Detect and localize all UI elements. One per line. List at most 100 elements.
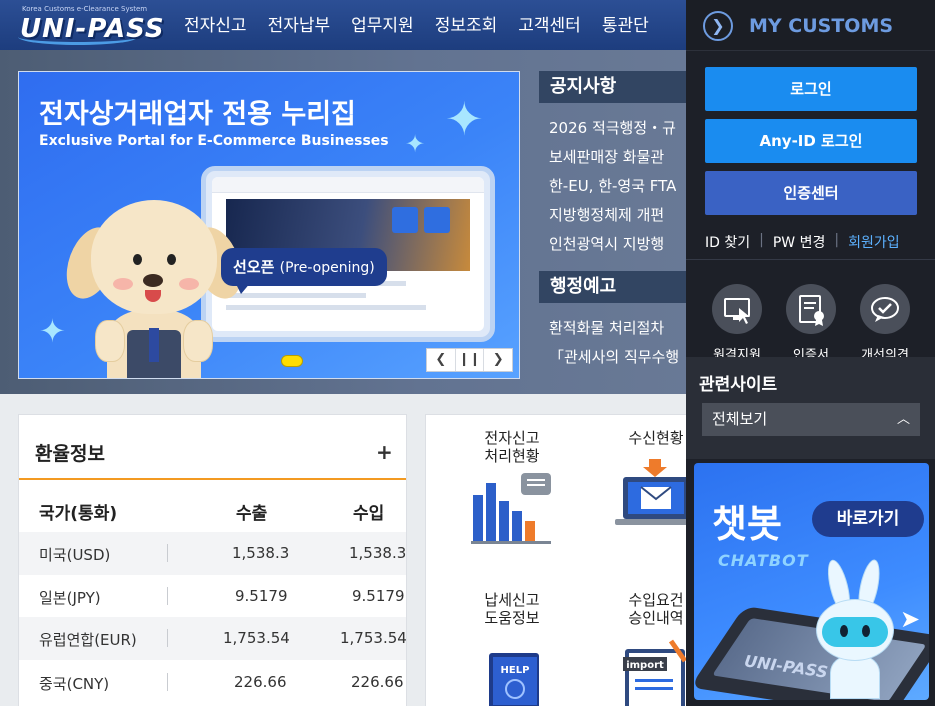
my-customs-sidebar: ❯ MY CUSTOMS 로그인 Any-ID 로그인 인증센터 ID 찾기 |…: [686, 0, 935, 706]
notice-item[interactable]: 지방행정체제 개편: [549, 202, 676, 231]
bubble-korean: 선오픈: [233, 258, 275, 276]
chatbot-go-button[interactable]: 바로가기: [812, 501, 924, 537]
service-label: 도움정보: [484, 609, 540, 627]
admin-notice-item[interactable]: 환적화물 처리절차: [549, 315, 679, 344]
banner-subtitle: Exclusive Portal for E-Commerce Business…: [39, 133, 389, 149]
bunny-mascot: [812, 557, 898, 699]
prev-slide-button[interactable]: ❮: [427, 349, 456, 371]
pre-opening-bubble: 선오픈 (Pre-opening): [221, 248, 387, 286]
mail-laptop-icon: [615, 455, 686, 529]
bar-chart-icon: [471, 473, 553, 547]
table-row: 미국(USD) 1,538.3 1,538.3: [19, 532, 407, 575]
table-row: 중국(CNY) 226.66 226.66: [19, 661, 406, 704]
main-banner[interactable]: 전자상거래업자 전용 누리집 Exclusive Portal for E-Co…: [18, 71, 520, 379]
header-import: 수입: [353, 504, 385, 524]
feedback-icon: [860, 284, 910, 334]
exchange-divider: [19, 478, 406, 480]
notice-list: 2026 적극행정・규 보세판매장 화물관 한-EU, 한-영국 FTA 지방행…: [549, 115, 676, 260]
chatbot-title: 챗봇: [712, 502, 782, 546]
service-e-declaration-status[interactable]: 전자신고 처리현황: [452, 429, 572, 547]
sparkle-icon: ✦: [405, 130, 426, 158]
logo-tagline: Korea Customs e-Clearance System: [22, 5, 148, 13]
service-label: 수신현황: [628, 429, 684, 447]
pause-slide-button[interactable]: ❙❙: [456, 349, 485, 371]
service-label: 납세신고: [484, 591, 540, 609]
related-sites-section: 관련사이트 전체보기 ︿: [686, 357, 935, 459]
header-export: 수출: [236, 504, 268, 524]
table-row: 일본(JPY) 9.5179 9.5179: [19, 575, 406, 618]
import-cell: 226.66: [351, 673, 404, 691]
account-links: ID 찾기 | PW 변경 | 회원가입: [705, 232, 900, 252]
table-row: 유럽연합(EUR) 1,753.54 1,753.54: [19, 617, 406, 660]
nav-customer-center[interactable]: 고객센터: [518, 11, 581, 36]
link-divider: |: [834, 232, 840, 248]
country-cell: 유럽연합(EUR): [39, 631, 137, 649]
service-panel: 전자신고 처리현황 수신현황 납세신고 도움정보 HELP 수입요건 승인내역 …: [425, 414, 687, 706]
import-cell: 9.5179: [352, 587, 405, 605]
any-id-login-button[interactable]: Any-ID 로그인: [705, 119, 917, 163]
change-pw-link[interactable]: PW 변경: [773, 232, 826, 252]
sidebar-header: ❯ MY CUSTOMS: [686, 0, 935, 51]
sparkle-icon: ✦: [39, 312, 66, 350]
quick-certificate[interactable]: 인증서: [784, 284, 838, 358]
chatbot-banner[interactable]: 챗봇 CHATBOT 바로가기 UNI-PASS ➤: [694, 463, 929, 700]
notice-item[interactable]: 한-EU, 한-영국 FTA: [549, 173, 676, 202]
quick-label: 개선의견: [861, 348, 909, 358]
chevron-right-icon[interactable]: ❯: [703, 11, 733, 41]
import-text: import: [626, 660, 664, 671]
notice-item[interactable]: 보세판매장 화물관: [549, 144, 676, 173]
import-cell: 1,538.3: [349, 544, 407, 562]
chatbot-subtitle: CHATBOT: [718, 551, 809, 570]
export-cell: 9.5179: [235, 587, 288, 605]
admin-notice-title[interactable]: 행정예고: [539, 271, 699, 303]
sidebar-divider: [686, 259, 935, 260]
login-button[interactable]: 로그인: [705, 67, 917, 111]
uni-pass-logo[interactable]: Korea Customs e-Clearance System UNI-PAS…: [18, 5, 164, 49]
nav-business-support[interactable]: 업무지원: [351, 11, 414, 36]
country-cell: 일본(JPY): [39, 589, 101, 607]
service-tax-help[interactable]: 납세신고 도움정보 HELP: [452, 591, 572, 706]
notice-item[interactable]: 인천광역시 지방행: [549, 231, 676, 260]
main-navigation: 전자신고 전자납부 업무지원 정보조회 고객센터 통관단: [184, 11, 649, 36]
exchange-more-button[interactable]: +: [376, 440, 393, 464]
nav-info-lookup[interactable]: 정보조회: [435, 11, 498, 36]
cert-center-button[interactable]: 인증센터: [705, 171, 917, 215]
notice-item[interactable]: 2026 적극행정・규: [549, 115, 676, 144]
quick-feedback[interactable]: 개선의견: [858, 284, 912, 358]
bubble-tail: [235, 282, 251, 294]
notice-section: 공지사항 2026 적극행정・규 보세판매장 화물관 한-EU, 한-영국 FT…: [539, 71, 699, 255]
related-select-value: 전체보기: [712, 410, 768, 428]
puppy-mascot: [57, 200, 251, 378]
header-country: 국가(통화): [39, 504, 118, 524]
quick-label: 인증서: [793, 348, 829, 358]
sidebar-title: MY CUSTOMS: [749, 15, 894, 37]
service-label: 승인내역: [628, 609, 684, 627]
service-label: 수입요건: [628, 591, 684, 609]
related-sites-select[interactable]: 전체보기 ︿: [702, 403, 920, 436]
export-cell: 226.66: [234, 673, 287, 691]
country-cell: 중국(CNY): [39, 675, 110, 693]
country-cell: 미국(USD): [39, 546, 111, 564]
service-receipt-status[interactable]: 수신현황: [596, 429, 686, 529]
next-slide-button[interactable]: ❯: [484, 349, 512, 371]
find-id-link[interactable]: ID 찾기: [705, 232, 750, 252]
import-document-icon: import: [615, 635, 686, 706]
logo-text: UNI-PASS: [20, 14, 165, 44]
service-import-approval[interactable]: 수입요건 승인내역 import: [596, 591, 686, 706]
join-link[interactable]: 회원가입: [848, 232, 900, 252]
quick-label: 원격지원: [713, 348, 761, 358]
nav-e-payment[interactable]: 전자납부: [268, 11, 331, 36]
nav-clearance[interactable]: 통관단: [602, 11, 649, 36]
admin-notice-list: 환적화물 처리절차 「관세사의 직무수행: [549, 315, 679, 373]
quick-remote-support[interactable]: 원격지원: [710, 284, 764, 358]
nav-e-declaration[interactable]: 전자신고: [184, 11, 247, 36]
notice-title[interactable]: 공지사항: [539, 71, 699, 103]
admin-notice-item[interactable]: 「관세사의 직무수행: [549, 344, 679, 373]
link-divider: |: [759, 232, 764, 248]
export-cell: 1,538.3: [232, 544, 290, 562]
chevron-up-icon: ︿: [896, 412, 910, 427]
sparkle-icon: ✦: [445, 92, 484, 146]
bubble-english: (Pre-opening): [279, 260, 375, 276]
admin-notice-section: 행정예고 환적화물 처리절차 「관세사의 직무수행: [539, 271, 699, 381]
slide-indicator[interactable]: [281, 355, 303, 367]
